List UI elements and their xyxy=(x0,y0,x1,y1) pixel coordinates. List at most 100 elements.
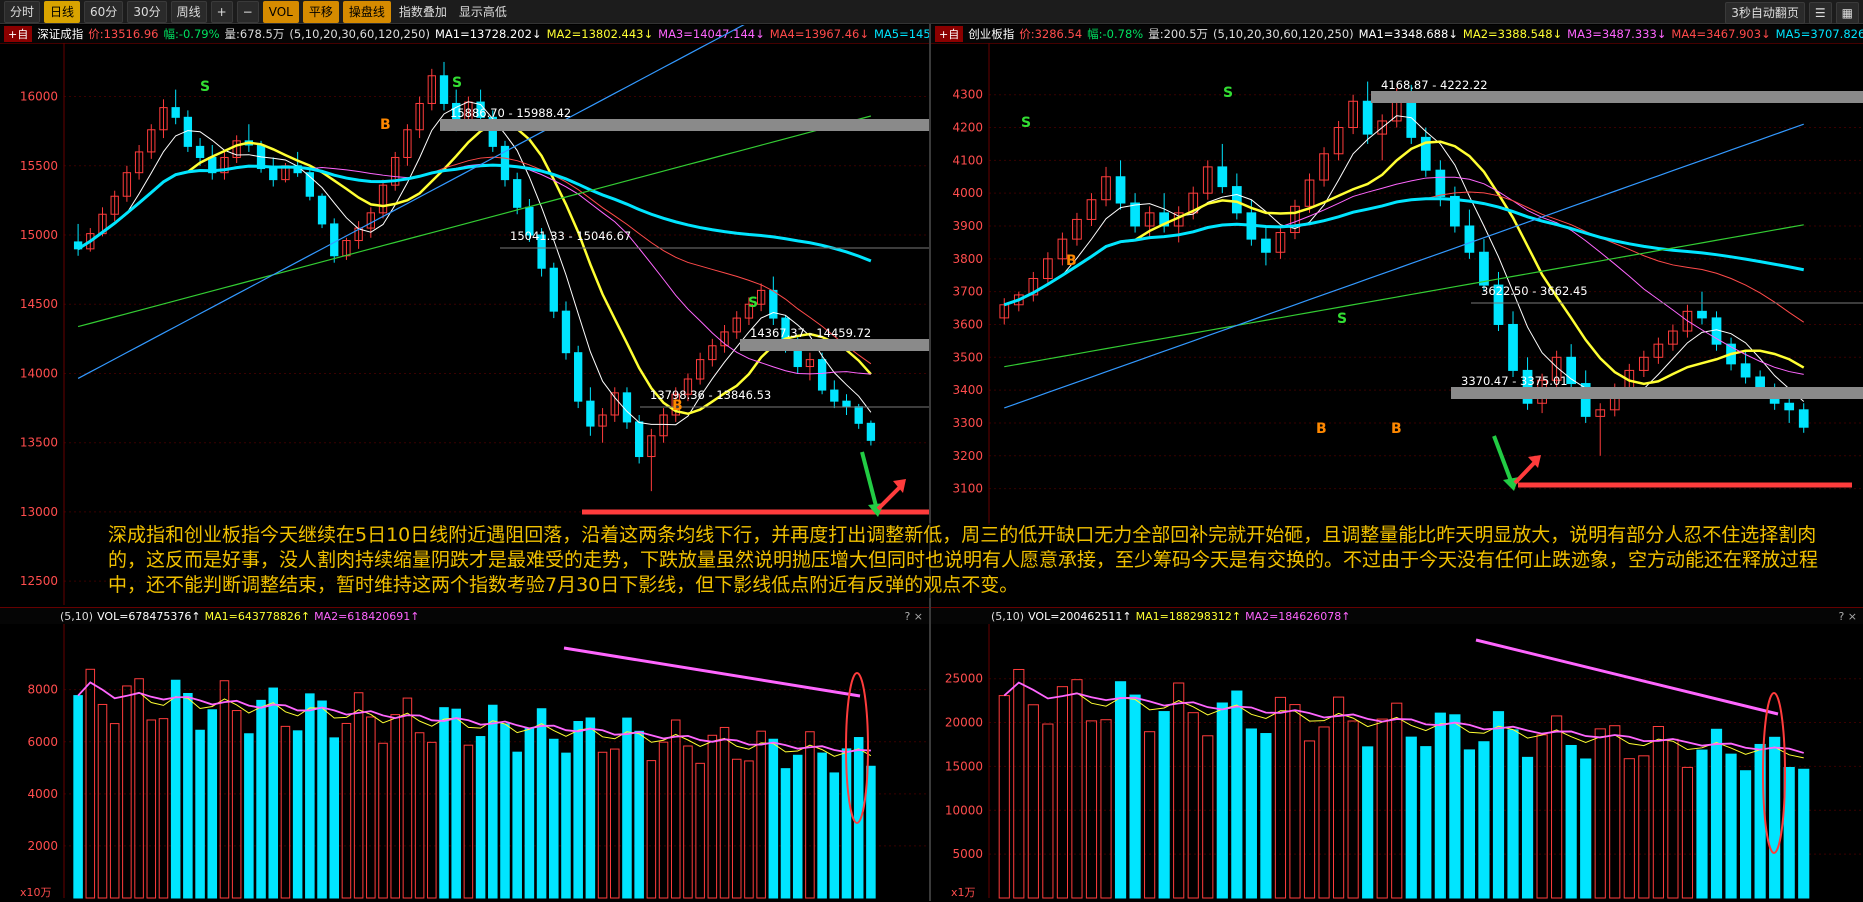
zoom-out-button[interactable]: − xyxy=(236,0,259,23)
gap-annotation: 3622.50 - 3662.45 xyxy=(1481,284,1588,298)
candle-body xyxy=(635,421,644,458)
grid-icon[interactable]: ▦ xyxy=(1835,2,1859,24)
volume-bar xyxy=(292,730,303,899)
volume-bar xyxy=(1710,728,1723,899)
volume-bar xyxy=(731,758,742,899)
gap-annotation: 13798.36 - 13846.53 xyxy=(650,388,771,402)
tab-weekly[interactable]: 周线 xyxy=(170,0,207,23)
buy-signal: B xyxy=(1066,253,1077,269)
volume-bar xyxy=(134,678,144,899)
sell-signal: S xyxy=(1021,115,1031,131)
volume-bar xyxy=(683,745,693,899)
buy-signal: B xyxy=(672,398,683,414)
gap-bar xyxy=(1451,387,1863,399)
volume-bar xyxy=(1173,682,1185,899)
volume-bar xyxy=(707,734,718,899)
volume-bar xyxy=(1638,755,1650,899)
volume-bar xyxy=(97,703,108,899)
candle-body xyxy=(586,400,595,427)
auto-page-select[interactable]: 3秒自动翻页 xyxy=(1725,2,1805,24)
volume-bar xyxy=(658,741,669,899)
volume-bar xyxy=(1274,696,1287,899)
sell-signal: S xyxy=(1223,85,1233,101)
candle-body xyxy=(1697,310,1707,319)
y-tick-label: 4200 xyxy=(952,121,983,135)
volume-bar xyxy=(1129,694,1141,899)
down-arrow xyxy=(860,451,878,507)
sell-signal: S xyxy=(1337,311,1347,327)
volume-bar xyxy=(195,729,205,899)
volume-bar xyxy=(1100,719,1112,899)
volume-bar xyxy=(366,716,376,899)
y-tick-label: 3600 xyxy=(952,317,983,331)
volume-bar xyxy=(768,738,779,899)
candle-body xyxy=(1464,225,1475,253)
volume-bar xyxy=(402,697,413,899)
candle-body xyxy=(1508,323,1518,371)
volume-bar xyxy=(1478,741,1490,899)
volume-bar xyxy=(1245,728,1257,899)
volume-bar xyxy=(1725,753,1737,899)
y-tick-label: 10000 xyxy=(945,803,983,817)
tab-daily[interactable]: 日线 xyxy=(44,0,81,23)
candle-body xyxy=(269,168,278,181)
volume-bar xyxy=(122,685,132,899)
unit-label: x10万 xyxy=(20,886,52,899)
volume-bar xyxy=(1347,720,1359,899)
y-tick-label: 8000 xyxy=(27,683,58,697)
volume-bar xyxy=(463,744,474,899)
candle-body xyxy=(561,310,571,354)
candle-body xyxy=(622,392,632,423)
buy-signal: B xyxy=(1316,421,1327,437)
list-icon[interactable]: ☰ xyxy=(1808,2,1832,24)
volume-bar xyxy=(1740,770,1752,899)
volume-bar xyxy=(305,693,315,899)
y-tick-label: 4100 xyxy=(952,153,983,167)
volume-bar xyxy=(609,748,620,899)
volume-trend-line xyxy=(563,646,861,698)
y-tick-label: 3300 xyxy=(952,416,983,430)
ma250-line xyxy=(1004,123,1804,409)
gap-annotation: 15041.33 - 15046.67 xyxy=(510,229,631,243)
y-tick-label: 15500 xyxy=(20,159,58,173)
volume-bar xyxy=(1609,725,1621,899)
candle-body xyxy=(1231,186,1242,214)
unit-label: x1万 xyxy=(951,886,976,899)
volume-bar xyxy=(1144,731,1156,899)
y-tick-label: 16000 xyxy=(20,90,58,104)
tab-60min[interactable]: 60分 xyxy=(84,0,124,23)
right-volume-chart: 25000 20000 15000 10000 5000 x1万 xyxy=(945,624,1863,899)
vol-button[interactable]: VOL xyxy=(262,0,299,23)
pan-button[interactable]: 平移 xyxy=(302,0,339,23)
sell-signal: S xyxy=(748,295,758,311)
y-tick-label: 3200 xyxy=(952,449,983,463)
volume-bar xyxy=(268,687,279,899)
trade-line-button[interactable]: 操盘线 xyxy=(342,0,391,23)
volume-bar xyxy=(1318,726,1330,899)
tab-timeshare[interactable]: 分时 xyxy=(4,0,41,23)
volume-bar xyxy=(158,718,169,899)
candle-body xyxy=(171,107,180,118)
y-tick-label: 4000 xyxy=(27,787,58,801)
right-price-panel: +自 创业板指 价:3286.54 幅:-0.78% 量:200.5万 (5,1… xyxy=(931,25,1863,605)
volume-bar xyxy=(1303,740,1316,899)
candle-body xyxy=(1479,251,1489,286)
left-price-panel: +自 深证成指 价:13516.96 幅:-0.79% 量:678.5万 (5,… xyxy=(0,25,929,605)
tab-30min[interactable]: 30分 xyxy=(127,0,167,23)
sell-signal: S xyxy=(452,75,462,91)
volume-bar xyxy=(85,668,96,899)
ma60-line xyxy=(1003,197,1805,307)
show-high-low-button[interactable]: 显示高低 xyxy=(455,3,511,20)
volume-bar xyxy=(1289,704,1301,899)
volume-bar xyxy=(378,742,388,899)
candle-body xyxy=(830,389,839,402)
zoom-in-button[interactable]: + xyxy=(210,0,233,23)
volume-bar xyxy=(1681,766,1694,899)
volume-bar xyxy=(329,737,340,899)
gap-bar xyxy=(1371,91,1863,103)
volume-bar xyxy=(1114,681,1127,899)
volume-bar xyxy=(1696,749,1708,899)
index-overlay-button[interactable]: 指数叠加 xyxy=(395,3,451,20)
volume-bar xyxy=(1071,679,1083,899)
volume-bar xyxy=(1391,702,1403,899)
